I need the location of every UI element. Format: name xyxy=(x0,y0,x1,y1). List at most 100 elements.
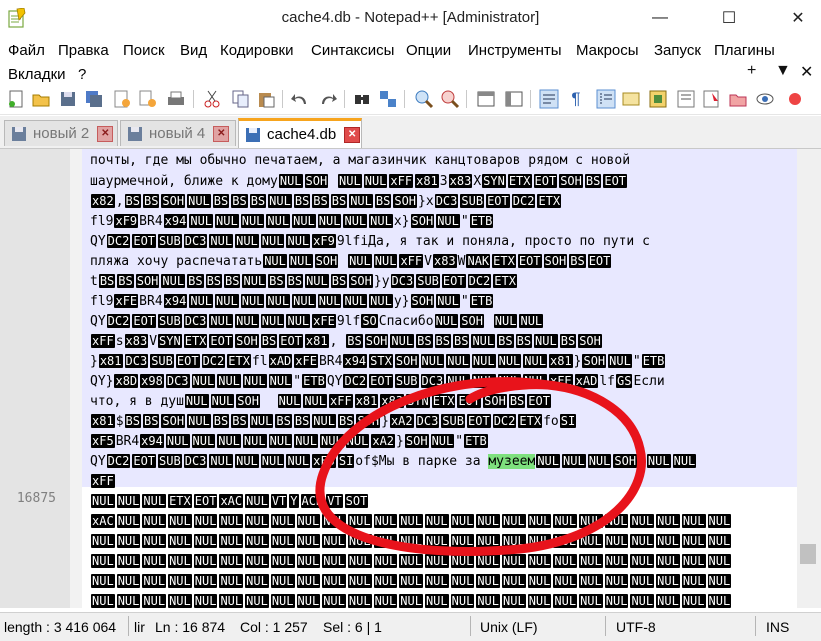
word-wrap-icon[interactable] xyxy=(539,89,559,109)
code-line[interactable]: пляжа хочу распечатать NUL NUL SOH NUL NUL xF… xyxy=(90,251,612,272)
record-macro-icon[interactable] xyxy=(785,89,805,109)
print-icon[interactable] xyxy=(166,89,186,109)
code-line[interactable]: что, я в душ NUL NUL SOH NUL NUL xFF x81 x83 SYN… xyxy=(90,391,552,412)
find-icon[interactable] xyxy=(352,89,372,109)
menu-search[interactable]: Поиск xyxy=(123,42,165,59)
control-char-token: NUL xyxy=(681,514,706,528)
control-char-token: NUL xyxy=(91,534,115,548)
code-line[interactable]: x82, BS BS SOH NUL BS BS BS NUL BS BS BS NUL BS SOH}x D… xyxy=(90,191,562,212)
cut-icon[interactable] xyxy=(202,89,222,109)
save-icon[interactable] xyxy=(58,89,78,109)
control-char-token: NUL xyxy=(288,254,313,268)
show-all-characters-icon[interactable]: ¶ xyxy=(566,89,586,109)
indent-guide-icon[interactable] xyxy=(596,89,616,109)
save-all-icon[interactable] xyxy=(84,89,104,109)
tab-new-4[interactable]: новый 4 ✕ xyxy=(120,120,236,146)
new-file-icon[interactable] xyxy=(6,89,26,109)
sync-vertical-icon[interactable] xyxy=(476,89,496,109)
code-line[interactable]: QY} x8D x98 DC3 NUL NUL NUL NUL " ETB QY DC2 EOT SUB D… xyxy=(90,371,665,392)
code-line[interactable]: x81 $ BS BS SOH NUL BS BS NUL BS BS NUL BS SOH} xA2 DC3… xyxy=(90,411,577,432)
tab-close-icon[interactable]: ✕ xyxy=(97,125,114,142)
vertical-scrollbar[interactable] xyxy=(797,149,821,608)
code-line[interactable]: fl9 xF9 BR4 x94 NUL NUL NUL NUL NUL NUL NUL NUL x} SO… xyxy=(90,211,494,232)
menu-help[interactable]: ? xyxy=(78,66,86,83)
status-eol-format[interactable]: Unix (LF) xyxy=(480,619,538,635)
folder-workspace-icon[interactable] xyxy=(702,89,722,109)
close-tab-x-icon[interactable]: ✕ xyxy=(800,62,813,82)
doc-map-icon[interactable] xyxy=(648,89,668,109)
close-window-button[interactable]: ✕ xyxy=(775,0,821,36)
scrollbar-thumb[interactable] xyxy=(800,544,816,564)
menu-encoding[interactable]: Кодировки xyxy=(220,42,293,59)
code-line[interactable]: xF5 BR4 x94 NUL NUL NUL NUL NUL NUL NUL NUL xA2} SOH… xyxy=(90,431,489,452)
copy-icon[interactable] xyxy=(230,89,250,109)
monitoring-icon[interactable] xyxy=(728,89,748,109)
menu-tools[interactable]: Инструменты xyxy=(468,42,562,59)
undo-icon[interactable] xyxy=(290,89,310,109)
code-line[interactable]: } x81 DC3 SUB EOT DC2 ETX fl xAD xFE BR4 x94 STX SOH N… xyxy=(90,351,666,372)
control-char-token: NUL xyxy=(260,314,285,328)
control-char-token: NUL xyxy=(476,594,500,608)
control-char-token: SOH xyxy=(410,294,435,308)
close-all-icon[interactable] xyxy=(138,89,158,109)
code-line[interactable]: QY DC2 EOT SUB DC3 NUL NUL NUL NUL xF5 SI of$Мы в п… xyxy=(90,451,697,472)
menu-edit[interactable]: Правка xyxy=(58,42,109,59)
sync-horizontal-icon[interactable] xyxy=(504,89,524,109)
menu-window[interactable]: Вкладки xyxy=(8,66,66,83)
code-text-run: s xyxy=(115,334,124,349)
code-line[interactable]: QY DC2 EOT SUB DC3 NUL NUL NUL NUL xF9 9lfiДа, я т… xyxy=(90,231,650,252)
status-encoding[interactable]: UTF-8 xyxy=(616,619,656,635)
replace-icon[interactable] xyxy=(378,89,398,109)
code-line[interactable]: QY DC2 EOT SUB DC3 NUL NUL NUL NUL xFE 9lf SO Спасиб… xyxy=(90,311,544,332)
control-char-token: SOH xyxy=(393,194,418,208)
tab-cache4-db[interactable]: cache4.db ✕ xyxy=(238,118,362,148)
code-line[interactable]: шаурмечной, ближе к дому NUL SOH NUL NUL xFF… xyxy=(90,171,628,192)
toolbar-separator xyxy=(344,90,345,108)
function-list-icon[interactable] xyxy=(676,89,696,109)
code-line[interactable]: NUL NUL NUL NUL NUL NUL NUL NUL NUL NUL NUL NUL NUL N… xyxy=(90,591,732,608)
code-line[interactable]: xFF xyxy=(90,471,116,492)
maximize-button[interactable]: ☐ xyxy=(706,0,752,36)
tab-close-icon[interactable]: ✕ xyxy=(213,125,230,142)
code-line[interactable]: xAC NUL NUL NUL NUL NUL NUL NUL NUL NUL NUL NUL NUL N… xyxy=(90,511,732,532)
code-line[interactable]: NUL NUL NUL NUL NUL NUL NUL NUL NUL NUL NUL NUL NUL N… xyxy=(90,531,732,552)
close-file-icon[interactable] xyxy=(112,89,132,109)
editor-area[interactable]: 16875 почты, где мы обычно печатаем, а м… xyxy=(0,149,821,608)
open-file-icon[interactable] xyxy=(31,89,51,109)
status-separator xyxy=(128,616,129,636)
code-line[interactable]: NUL NUL NUL NUL NUL NUL NUL NUL NUL NUL NUL NUL NUL N… xyxy=(90,571,732,592)
code-line[interactable]: xFF s x83 V SYN ETX EOT SOH BS EOT x81, BS SOH NUL BS… xyxy=(90,331,603,352)
code-line[interactable]: NUL NUL NUL ETX EOT xAC NUL VT Y ACK VT SOT xyxy=(90,491,369,512)
control-char-token: EOT xyxy=(603,174,628,188)
menu-view[interactable]: Вид xyxy=(180,42,207,59)
control-char-token: EOT xyxy=(467,414,491,428)
code-text-run: " xyxy=(632,354,641,369)
zoom-in-icon[interactable] xyxy=(414,89,434,109)
tab-close-icon[interactable]: ✕ xyxy=(344,126,361,143)
control-char-token: NUL xyxy=(369,294,393,308)
redo-icon[interactable] xyxy=(318,89,338,109)
menu-settings[interactable]: Опции xyxy=(406,42,451,59)
new-tab-plus-icon[interactable]: + xyxy=(747,62,756,80)
menu-plugins[interactable]: Плагины xyxy=(714,42,775,59)
code-line[interactable]: NUL NUL NUL NUL NUL NUL NUL NUL NUL NUL NUL NUL NUL N… xyxy=(90,551,732,572)
control-char-token: xF5 xyxy=(91,434,115,448)
code-line[interactable]: почты, где мы обычно печатаем, а магазин… xyxy=(90,151,630,171)
code-line[interactable]: t BS BS SOH NUL BS BS BS NUL BS BS NUL BS SOH}y DC3 SUB… xyxy=(90,271,518,292)
menu-language[interactable]: Синтаксисы xyxy=(311,42,394,59)
menu-macro[interactable]: Макросы xyxy=(576,42,639,59)
status-insert-mode[interactable]: INS xyxy=(766,619,789,635)
zoom-out-icon[interactable] xyxy=(440,89,460,109)
paste-icon[interactable] xyxy=(256,89,276,109)
code-text-run: QY xyxy=(90,234,106,249)
tab-new-2[interactable]: новый 2 ✕ xyxy=(4,120,118,146)
control-char-token: NUL xyxy=(242,434,267,448)
menu-file[interactable]: Файл xyxy=(8,42,45,59)
minimize-button[interactable]: — xyxy=(637,0,683,36)
preview-eye-icon[interactable] xyxy=(755,89,775,109)
user-language-icon[interactable] xyxy=(621,89,641,109)
menu-run[interactable]: Запуск xyxy=(654,42,701,59)
code-line[interactable]: fl9 xFE BR4 x94 NUL NUL NUL NUL NUL NUL NUL NUL y} SO… xyxy=(90,291,494,312)
tab-label: новый 2 xyxy=(33,125,90,142)
tab-list-dropdown-icon[interactable]: ▼ xyxy=(775,62,791,80)
